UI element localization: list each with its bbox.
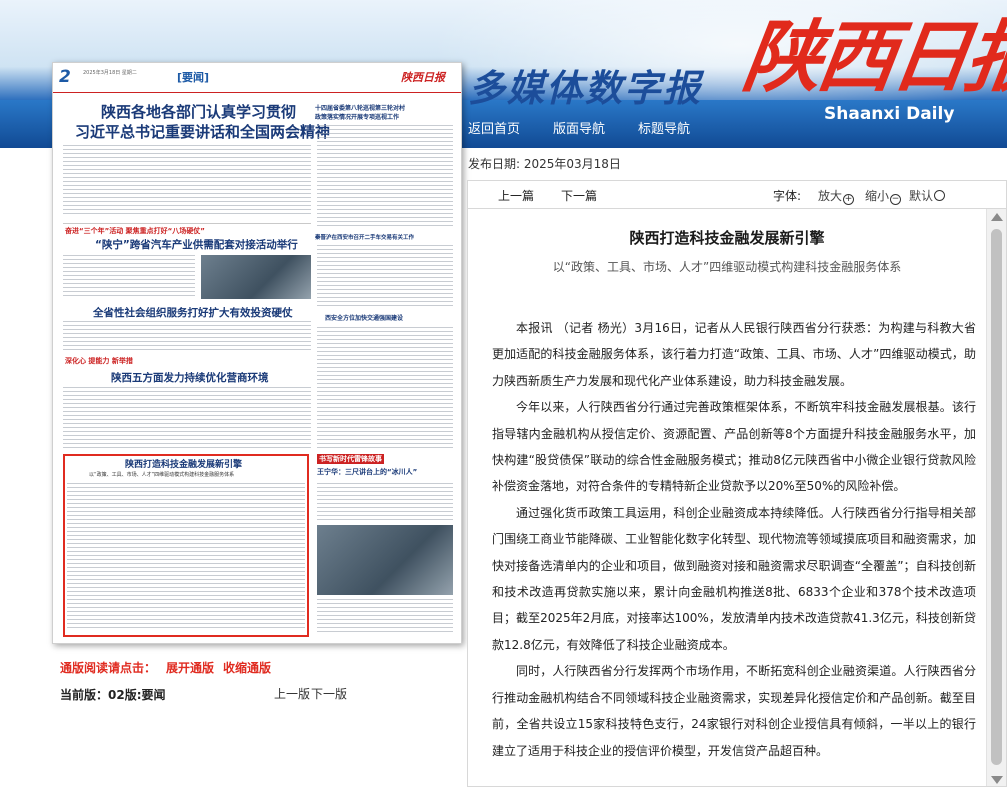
thumb-header: 2 2025年3月18日 星期二 [要闻] 陕西日报 <box>53 63 461 93</box>
font-shrink-label: 缩小 <box>865 189 890 203</box>
current-edition-label: 当前版：02版:要闻 <box>60 688 166 702</box>
selected-article-highlight[interactable] <box>63 454 309 637</box>
nav-page-nav-link[interactable]: 版面导航 <box>553 118 605 137</box>
font-default-label: 默认 <box>909 189 934 203</box>
thumb-divider <box>63 223 311 224</box>
thumb-side-headline-1[interactable]: 十四届省委第八轮巡视第三轮对村 <box>315 103 405 112</box>
vertical-scrollbar[interactable] <box>986 209 1006 786</box>
thumb-text-block <box>317 327 453 451</box>
nav-home-link[interactable]: 返回首页 <box>468 118 520 137</box>
thumb-photo <box>317 525 453 595</box>
reset-icon <box>934 190 946 201</box>
thumb-text-block <box>63 387 311 449</box>
prev-article-link[interactable]: 上一篇 <box>498 187 534 204</box>
thumb-headline-2[interactable]: 习近平总书记重要讲话和全国两会精神 <box>75 121 330 142</box>
thumb-tag-1: 奋进“三个年”活动 聚焦重点打好“八场硬仗” <box>65 227 205 235</box>
article-subtitle: 以“政策、工具、市场、人才”四维驱动模式构建科技金融服务体系 <box>552 260 902 274</box>
article-body: 本报讯 （记者 杨光）3月16日，记者从人民银行陕西省分行获悉：为构建与科教大省… <box>492 315 976 764</box>
zoom-out-icon: − <box>890 194 902 205</box>
thumb-photo <box>201 255 311 299</box>
font-enlarge-label: 放大 <box>818 189 843 203</box>
thumb-text-block <box>63 321 311 351</box>
font-shrink-button[interactable]: 缩小 − <box>865 187 902 205</box>
article-paragraph: 通过强化货币政策工具运用，科创企业融资成本持续降低。人行陕西省分行指导相关部门围… <box>492 505 976 652</box>
nav-title-nav-link[interactable]: 标题导航 <box>638 118 690 137</box>
brand-logo: 陕西日报 Shaanxi Daily <box>738 8 1007 126</box>
scroll-down-arrow-icon[interactable] <box>991 776 1003 784</box>
collapse-spread-link[interactable]: 收缩通版 <box>223 659 271 676</box>
font-size-label: 字体: <box>773 189 802 203</box>
article-content-box[interactable]: 陕西打造科技金融发展新引擎 以“政策、工具、市场、人才”四维驱动模式构建科技金融… <box>467 208 1007 787</box>
publish-date: 发布日期: 2025年03月18日 <box>468 157 621 171</box>
thumb-side-headline-5[interactable]: 王宁华：三尺讲台上的“冰川人” <box>317 467 417 477</box>
thumb-date: 2025年3月18日 星期二 <box>83 70 137 76</box>
thumb-logo: 陕西日报 <box>401 71 445 84</box>
thumb-section: [要闻] <box>177 71 210 84</box>
thumb-text-block <box>63 255 195 297</box>
thumb-headline-1[interactable]: 陕西各地各部门认真学习贯彻 <box>101 101 296 122</box>
top-nav: 返回首页 版面导航 标题导航 <box>468 118 723 137</box>
article-title: 陕西打造科技金融发展新引擎 <box>629 229 825 247</box>
thumb-text-block <box>317 245 453 307</box>
thumb-tag-3: 书写新时代雷锋故事 <box>317 454 384 464</box>
scrollbar-thumb[interactable] <box>991 229 1002 765</box>
font-enlarge-button[interactable]: 放大 + <box>818 187 855 205</box>
thumb-tag-2: 深化心 提能力 新举措 <box>65 357 133 365</box>
scroll-up-arrow-icon[interactable] <box>991 213 1003 221</box>
zoom-in-icon: + <box>843 194 855 205</box>
font-default-button[interactable]: 默认 <box>909 187 946 204</box>
thumb-headline-3[interactable]: “陕宁”跨省汽车产业供需配套对接活动举行 <box>95 237 298 252</box>
thumb-side-headline-3[interactable]: 秦晋沪在西安市召开二手车交易有关工作 <box>315 233 414 241</box>
thumb-side-headline-4[interactable]: 西安全方位加快交通强国建设 <box>325 313 403 322</box>
spread-read-label: 通版阅读请点击： <box>60 661 157 675</box>
article-paragraph: 今年以来，人行陕西省分行通过完善政策框架体系，不断筑牢科技金融发展根基。该行指导… <box>492 400 976 494</box>
thumb-headline-4[interactable]: 全省性社会组织服务打好扩大有效投资硬仗 <box>93 305 293 320</box>
next-edition-link[interactable]: 下一版 <box>311 685 347 702</box>
thumb-text-block <box>63 145 311 215</box>
brand-logo-en: Shaanxi Daily <box>824 104 955 124</box>
article-scroll-area[interactable]: 陕西打造科技金融发展新引擎 以“政策、工具、市场、人才”四维驱动模式构建科技金融… <box>468 209 986 786</box>
article-paragraph: 本报讯 （记者 杨光）3月16日，记者从人民银行陕西省分行获悉：为构建与科教大省… <box>492 321 976 388</box>
thumb-headline-5[interactable]: 陕西五方面发力持续优化营商环境 <box>111 370 269 385</box>
newspaper-page-thumbnail[interactable]: 2 2025年3月18日 星期二 [要闻] 陕西日报 陕西各地各部门认真学习贯彻… <box>52 62 462 644</box>
brand-logo-cn: 陕西日报 <box>737 12 1007 103</box>
media-title: 多媒体数字报 <box>468 67 702 110</box>
thumb-page-number: 2 <box>59 67 71 87</box>
thumb-text-block <box>317 125 453 227</box>
expand-spread-link[interactable]: 展开通版 <box>166 659 214 676</box>
app-root: 多媒体数字报 陕西日报 Shaanxi Daily 返回首页 版面导航 标题导航… <box>0 0 1007 787</box>
article-paragraph: 同时，人行陕西省分行发挥两个市场作用，不断拓宽科创企业融资渠道。人行陕西省分行推… <box>492 664 976 758</box>
article-toolbar: 上一篇 下一篇 字体: 放大 + 缩小 − 默认 <box>467 180 1007 208</box>
thumb-text-block <box>317 599 453 635</box>
next-article-link[interactable]: 下一篇 <box>561 187 597 204</box>
thumb-text-block <box>317 483 453 523</box>
thumb-side-headline-2[interactable]: 政策落实情况开展专项巡视工作 <box>315 112 399 121</box>
prev-edition-link[interactable]: 上一版 <box>274 685 310 702</box>
